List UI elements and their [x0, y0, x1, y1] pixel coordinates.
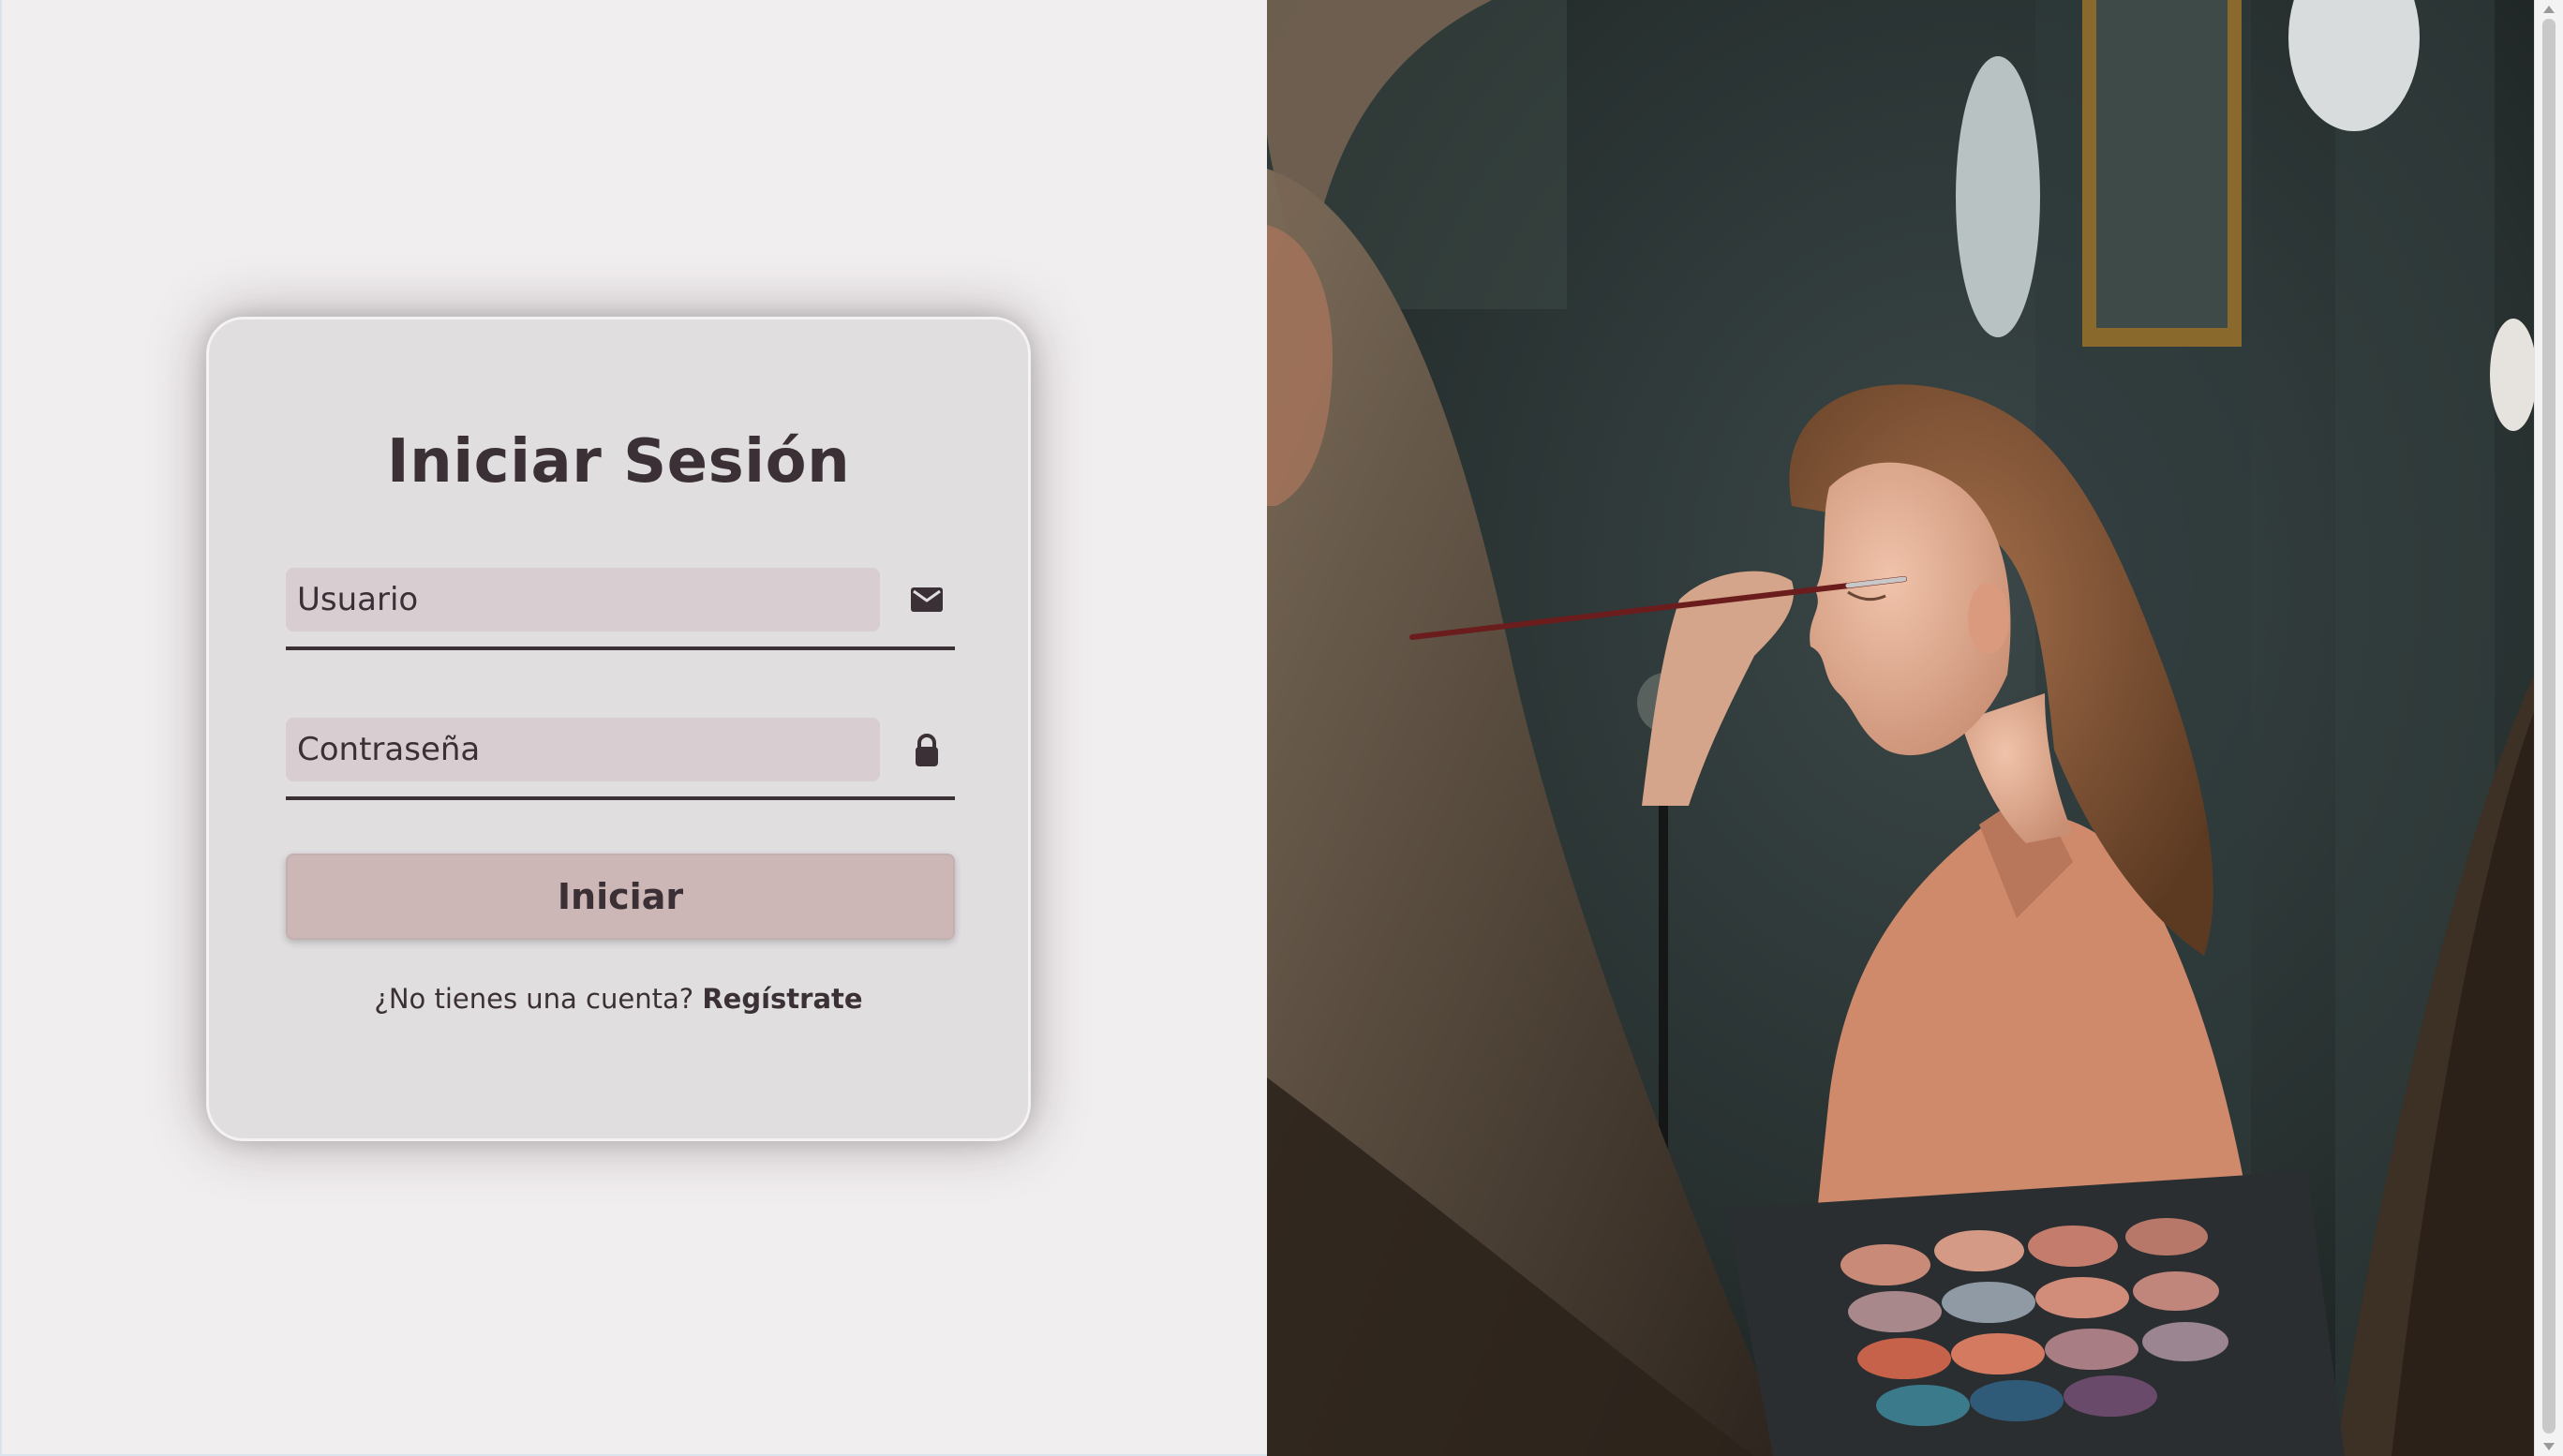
envelope-icon [908, 581, 946, 618]
signup-prompt: ¿No tienes una cuenta? Regístrate [209, 983, 1028, 1015]
login-title: Iniciar Sesión [386, 427, 851, 497]
signup-prompt-text: ¿No tienes una cuenta? [374, 983, 694, 1015]
login-submit-button[interactable]: Iniciar [286, 854, 955, 940]
scroll-down-icon[interactable] [2543, 1443, 2555, 1450]
login-page: Iniciar Sesión Usuario Iniciar ¿No tiene… [0, 0, 2563, 1456]
username-field [286, 568, 955, 650]
makeup-artist-photo [1267, 0, 2534, 1456]
page-scrollbar[interactable] [2534, 0, 2563, 1456]
scroll-thumb[interactable] [2542, 19, 2556, 1434]
password-input[interactable] [286, 718, 880, 781]
password-field [286, 718, 955, 800]
login-pane: Iniciar Sesión Usuario Iniciar ¿No tiene… [0, 0, 1267, 1456]
lock-icon [908, 731, 946, 768]
scroll-up-icon[interactable] [2543, 6, 2555, 13]
signup-link[interactable]: Regístrate [702, 983, 862, 1015]
username-input[interactable] [286, 568, 880, 631]
login-card: Iniciar Sesión Usuario Iniciar ¿No tiene… [206, 317, 1031, 1141]
